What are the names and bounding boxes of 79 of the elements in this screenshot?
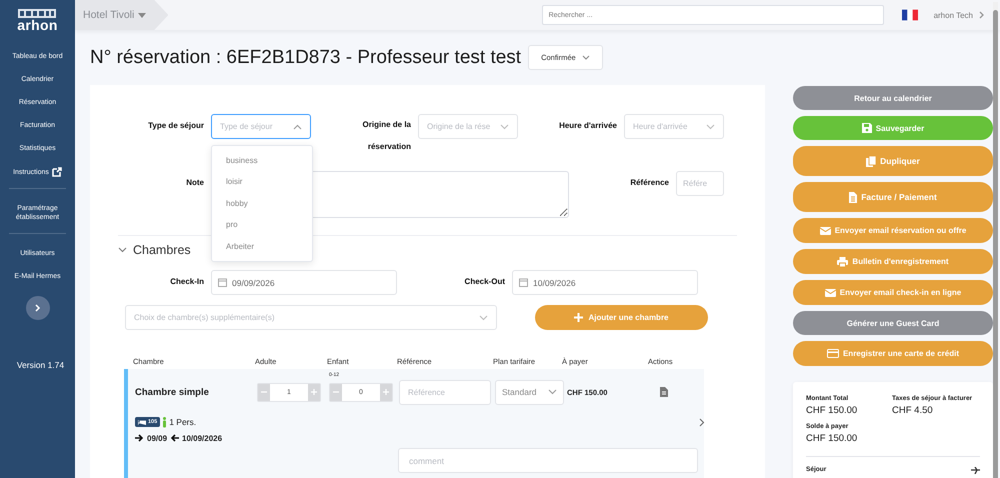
- chevron-right-icon: [34, 304, 40, 312]
- add-room-button[interactable]: Ajouter une chambre: [535, 305, 708, 330]
- reference-field[interactable]: Référe: [676, 171, 724, 196]
- credit-card-icon: [826, 349, 839, 358]
- persons-label: 1 Pers.: [169, 417, 196, 427]
- external-link-icon: [52, 167, 62, 177]
- user-menu[interactable]: arhon Tech: [934, 10, 973, 20]
- action-button[interactable]: Générer une Guest Card: [793, 311, 993, 335]
- dropdown-option[interactable]: loisir: [212, 171, 312, 193]
- document-icon: [849, 192, 858, 202]
- logo-icon: [18, 9, 56, 18]
- arrival-time-select[interactable]: Heure d'arrivée: [624, 114, 724, 139]
- plus-icon[interactable]: [383, 389, 389, 395]
- action-button[interactable]: Enregistrer une carte de crédit: [793, 341, 993, 366]
- calendar-icon: [218, 278, 227, 287]
- dropdown-option[interactable]: hobby: [212, 192, 312, 214]
- chevron-right-icon: [979, 11, 984, 19]
- dropdown-option[interactable]: business: [212, 150, 312, 172]
- dropdown-option[interactable]: pro: [212, 214, 312, 236]
- page-title: N° réservation : 6EF2B1D873 - Professeur test test: [90, 46, 522, 68]
- calendar-icon: [519, 278, 528, 287]
- arrow-left-icon: [170, 434, 180, 442]
- scrollbar[interactable]: [993, 2, 998, 478]
- version-label: Version 1.74: [16, 360, 64, 370]
- section-toggle[interactable]: Chambres: [118, 241, 191, 258]
- plus-icon[interactable]: [311, 389, 317, 395]
- field-label: Origine de la réservation: [362, 119, 412, 153]
- chevron-right-icon[interactable]: [699, 418, 705, 426]
- arrival-date: 09/09: [147, 434, 168, 442]
- chevron-icon: [118, 246, 127, 252]
- field-label: Check-In: [169, 276, 205, 288]
- envelope-icon: [824, 288, 836, 296]
- chevron-down-icon: [500, 124, 509, 130]
- brand-name: arhon: [17, 18, 58, 33]
- action-button[interactable]: Dupliquer: [793, 146, 993, 176]
- summary-value: CHF 150.00: [806, 404, 858, 417]
- printer-icon: [837, 256, 848, 266]
- copy-icon: [866, 156, 876, 166]
- flag-icon[interactable]: [902, 9, 918, 21]
- check-in-field[interactable]: 09/09/2026: [211, 270, 397, 295]
- action-button[interactable]: Facture / Paiement: [793, 182, 993, 212]
- room-choice-select[interactable]: Choix de chambre(s) supplémentaire(s): [125, 305, 497, 330]
- chevron-down-icon: [548, 389, 557, 395]
- chevron-down-icon: [479, 314, 488, 320]
- minus-icon[interactable]: [333, 389, 339, 395]
- action-button[interactable]: Envoyer email check-in en ligne: [793, 280, 993, 305]
- field-label: Type de séjour: [147, 120, 205, 132]
- document-icon[interactable]: [660, 387, 668, 397]
- summary-value: CHF 150.00: [806, 432, 858, 445]
- arrow-right-icon: [135, 434, 144, 442]
- dropdown-option[interactable]: Arbeiter: [212, 236, 312, 257]
- origin-select[interactable]: Origine de la rése: [418, 114, 518, 139]
- chevron-icon: [293, 124, 302, 130]
- chevron-down-icon: [582, 55, 590, 60]
- field-label: Référence: [629, 177, 670, 189]
- rate-plan-select[interactable]: Standard: [495, 380, 564, 404]
- field-label: Note: [185, 177, 205, 189]
- save-icon: [862, 123, 872, 133]
- field-label: Heure d'arrivée: [558, 120, 618, 132]
- hotel-selector[interactable]: Hotel Tivoli: [75, 0, 168, 30]
- minus-icon[interactable]: [261, 389, 267, 395]
- collapse-button[interactable]: [26, 296, 50, 320]
- comment-field[interactable]: comment: [398, 448, 698, 473]
- envelope-icon: [820, 226, 831, 234]
- check-out-field[interactable]: 10/09/2026: [512, 270, 698, 295]
- reference-field[interactable]: Référence: [399, 380, 491, 404]
- departure-date: 10/09/2026: [182, 434, 222, 442]
- person-icon: [162, 416, 168, 428]
- action-button[interactable]: Sauvegarder: [793, 116, 993, 140]
- action-button[interactable]: Bulletin d'enregistrement: [793, 249, 993, 274]
- action-button[interactable]: Envoyer email réservation ou offre: [793, 218, 993, 243]
- stay-type-select[interactable]: Type de séjour: [211, 114, 311, 139]
- field-label: Check-Out: [464, 276, 506, 288]
- action-button[interactable]: Retour au calendrier: [793, 86, 993, 110]
- summary-value: CHF 4.50: [892, 404, 934, 417]
- plus-icon: [574, 313, 584, 322]
- room-name: Chambre simple: [135, 386, 210, 398]
- chevron-down-icon: [706, 124, 715, 130]
- caret-icon: [138, 12, 146, 18]
